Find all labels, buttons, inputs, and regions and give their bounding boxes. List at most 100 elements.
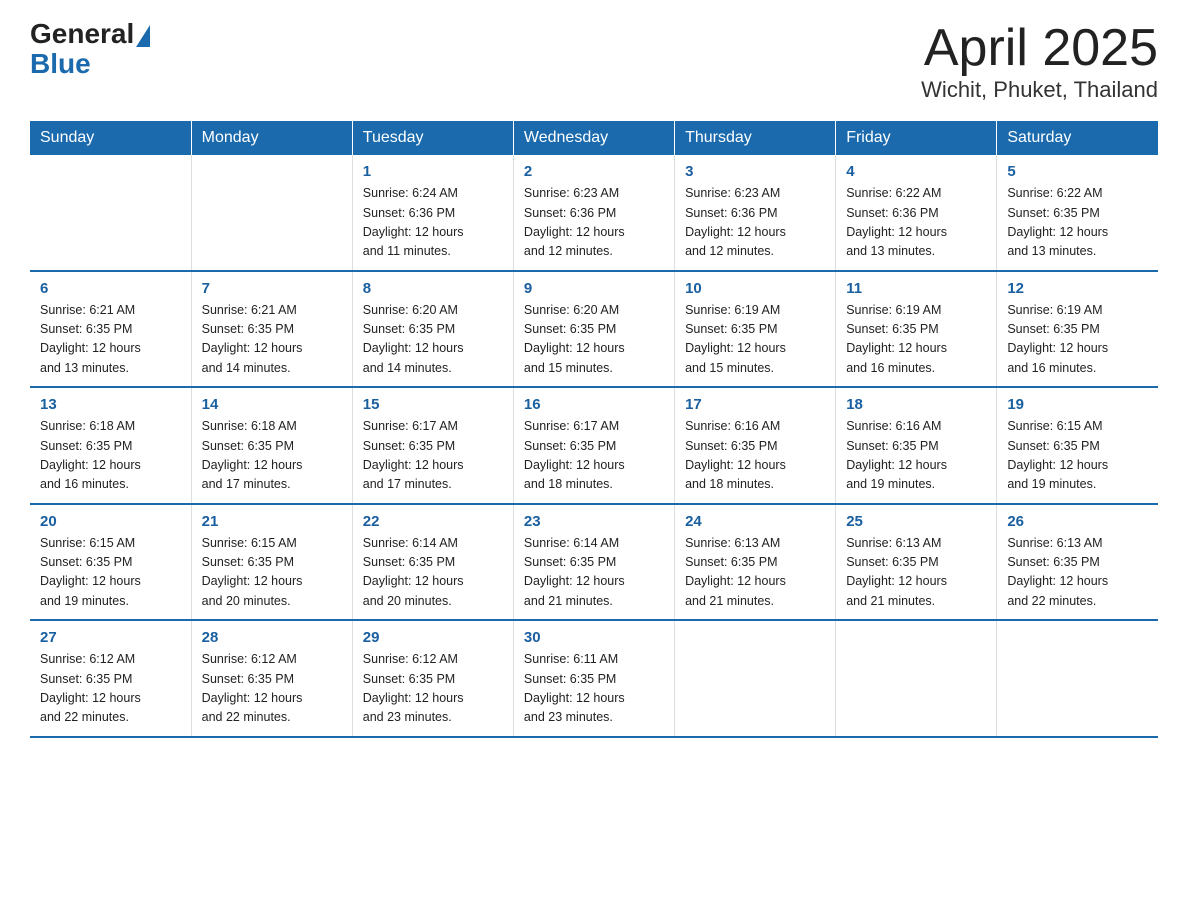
day-number: 23 [524, 513, 664, 530]
day-number: 11 [846, 280, 986, 297]
day-number: 15 [363, 396, 503, 413]
day-cell: 8 Sunrise: 6:20 AM Sunset: 6:35 PM Daylig… [352, 271, 513, 388]
weekday-header-friday: Friday [836, 121, 997, 155]
day-info: Sunrise: 6:15 AM Sunset: 6:35 PM Dayligh… [40, 534, 181, 612]
day-cell: 27Sunrise: 6:12 AM Sunset: 6:35 PM Dayli… [30, 620, 191, 737]
weekday-header-saturday: Saturday [997, 121, 1158, 155]
day-number: 27 [40, 629, 181, 646]
day-number: 3 [685, 163, 825, 180]
day-cell: 9 Sunrise: 6:20 AM Sunset: 6:35 PM Daylig… [513, 271, 674, 388]
day-cell: 17Sunrise: 6:16 AM Sunset: 6:35 PM Dayli… [675, 387, 836, 504]
day-number: 2 [524, 163, 664, 180]
day-number: 8 [363, 280, 503, 297]
day-number: 18 [846, 396, 986, 413]
day-number: 12 [1007, 280, 1148, 297]
day-cell: 2 Sunrise: 6:23 AM Sunset: 6:36 PM Daylig… [513, 155, 674, 271]
day-cell: 20Sunrise: 6:15 AM Sunset: 6:35 PM Dayli… [30, 504, 191, 621]
day-number: 29 [363, 629, 503, 646]
day-info: Sunrise: 6:14 AM Sunset: 6:35 PM Dayligh… [363, 534, 503, 612]
day-info: Sunrise: 6:17 AM Sunset: 6:35 PM Dayligh… [524, 417, 664, 495]
day-number: 21 [202, 513, 342, 530]
weekday-header-row: SundayMondayTuesdayWednesdayThursdayFrid… [30, 121, 1158, 155]
day-number: 28 [202, 629, 342, 646]
calendar-title: April 2025 [921, 20, 1158, 77]
day-cell: 7 Sunrise: 6:21 AM Sunset: 6:35 PM Daylig… [191, 271, 352, 388]
day-cell: 12 Sunrise: 6:19 AM Sunset: 6:35 PM Dayli… [997, 271, 1158, 388]
logo-triangle-icon [136, 25, 150, 47]
day-number: 9 [524, 280, 664, 297]
day-cell: 24 Sunrise: 6:13 AM Sunset: 6:35 PM Dayli… [675, 504, 836, 621]
day-info: Sunrise: 6:19 AM Sunset: 6:35 PM Dayligh… [685, 301, 825, 379]
day-number: 6 [40, 280, 181, 297]
day-cell: 13Sunrise: 6:18 AM Sunset: 6:35 PM Dayli… [30, 387, 191, 504]
day-info: Sunrise: 6:20 AM Sunset: 6:35 PM Dayligh… [524, 301, 664, 379]
day-number: 5 [1007, 163, 1148, 180]
day-info: Sunrise: 6:16 AM Sunset: 6:35 PM Dayligh… [846, 417, 986, 495]
day-cell: 10 Sunrise: 6:19 AM Sunset: 6:35 PM Dayli… [675, 271, 836, 388]
logo: General Blue [30, 20, 152, 80]
day-cell: 29Sunrise: 6:12 AM Sunset: 6:35 PM Dayli… [352, 620, 513, 737]
day-number: 7 [202, 280, 342, 297]
day-info: Sunrise: 6:17 AM Sunset: 6:35 PM Dayligh… [363, 417, 503, 495]
day-cell: 19 Sunrise: 6:15 AM Sunset: 6:35 PM Dayli… [997, 387, 1158, 504]
day-number: 1 [363, 163, 503, 180]
day-info: Sunrise: 6:13 AM Sunset: 6:35 PM Dayligh… [1007, 534, 1148, 612]
weekday-header-monday: Monday [191, 121, 352, 155]
day-info: Sunrise: 6:16 AM Sunset: 6:35 PM Dayligh… [685, 417, 825, 495]
day-cell [675, 620, 836, 737]
day-cell: 15 Sunrise: 6:17 AM Sunset: 6:35 PM Dayli… [352, 387, 513, 504]
day-info: Sunrise: 6:22 AM Sunset: 6:35 PM Dayligh… [1007, 184, 1148, 262]
weekday-header-sunday: Sunday [30, 121, 191, 155]
day-cell: 3 Sunrise: 6:23 AM Sunset: 6:36 PM Daylig… [675, 155, 836, 271]
logo-general-text: General [30, 20, 134, 48]
page-header: General Blue April 2025 Wichit, Phuket, … [30, 20, 1158, 103]
title-block: April 2025 Wichit, Phuket, Thailand [921, 20, 1158, 103]
weekday-header-wednesday: Wednesday [513, 121, 674, 155]
day-info: Sunrise: 6:15 AM Sunset: 6:35 PM Dayligh… [1007, 417, 1148, 495]
day-number: 26 [1007, 513, 1148, 530]
day-cell: 22Sunrise: 6:14 AM Sunset: 6:35 PM Dayli… [352, 504, 513, 621]
day-cell: 26 Sunrise: 6:13 AM Sunset: 6:35 PM Dayli… [997, 504, 1158, 621]
day-info: Sunrise: 6:21 AM Sunset: 6:35 PM Dayligh… [202, 301, 342, 379]
day-info: Sunrise: 6:15 AM Sunset: 6:35 PM Dayligh… [202, 534, 342, 612]
day-cell: 21 Sunrise: 6:15 AM Sunset: 6:35 PM Dayli… [191, 504, 352, 621]
day-number: 4 [846, 163, 986, 180]
day-cell [836, 620, 997, 737]
day-cell: 4 Sunrise: 6:22 AM Sunset: 6:36 PM Daylig… [836, 155, 997, 271]
day-cell: 18 Sunrise: 6:16 AM Sunset: 6:35 PM Dayli… [836, 387, 997, 504]
day-info: Sunrise: 6:14 AM Sunset: 6:35 PM Dayligh… [524, 534, 664, 612]
day-info: Sunrise: 6:23 AM Sunset: 6:36 PM Dayligh… [524, 184, 664, 262]
day-info: Sunrise: 6:19 AM Sunset: 6:35 PM Dayligh… [1007, 301, 1148, 379]
calendar-table: SundayMondayTuesdayWednesdayThursdayFrid… [30, 121, 1158, 738]
week-row-1: 1 Sunrise: 6:24 AM Sunset: 6:36 PM Daylig… [30, 155, 1158, 271]
day-number: 13 [40, 396, 181, 413]
day-info: Sunrise: 6:23 AM Sunset: 6:36 PM Dayligh… [685, 184, 825, 262]
day-info: Sunrise: 6:13 AM Sunset: 6:35 PM Dayligh… [846, 534, 986, 612]
week-row-4: 20Sunrise: 6:15 AM Sunset: 6:35 PM Dayli… [30, 504, 1158, 621]
day-info: Sunrise: 6:22 AM Sunset: 6:36 PM Dayligh… [846, 184, 986, 262]
day-cell: 11 Sunrise: 6:19 AM Sunset: 6:35 PM Dayli… [836, 271, 997, 388]
week-row-5: 27 Sunrise: 6:12 AM Sunset: 6:35 PM Dayli… [30, 620, 1158, 737]
day-info: Sunrise: 6:21 AM Sunset: 6:35 PM Dayligh… [40, 301, 181, 379]
day-number: 24 [685, 513, 825, 530]
day-cell [997, 620, 1158, 737]
day-cell: 16Sunrise: 6:17 AM Sunset: 6:35 PM Dayli… [513, 387, 674, 504]
weekday-header-thursday: Thursday [675, 121, 836, 155]
day-info: Sunrise: 6:20 AM Sunset: 6:35 PM Dayligh… [363, 301, 503, 379]
day-number: 19 [1007, 396, 1148, 413]
week-row-2: 6 Sunrise: 6:21 AM Sunset: 6:35 PM Daylig… [30, 271, 1158, 388]
day-info: Sunrise: 6:24 AM Sunset: 6:36 PM Dayligh… [363, 184, 503, 262]
day-cell: 14Sunrise: 6:18 AM Sunset: 6:35 PM Dayli… [191, 387, 352, 504]
day-cell: 28 Sunrise: 6:12 AM Sunset: 6:35 PM Dayli… [191, 620, 352, 737]
day-cell: 30Sunrise: 6:11 AM Sunset: 6:35 PM Dayli… [513, 620, 674, 737]
day-info: Sunrise: 6:13 AM Sunset: 6:35 PM Dayligh… [685, 534, 825, 612]
day-info: Sunrise: 6:19 AM Sunset: 6:35 PM Dayligh… [846, 301, 986, 379]
day-cell: 25 Sunrise: 6:13 AM Sunset: 6:35 PM Dayli… [836, 504, 997, 621]
day-number: 14 [202, 396, 342, 413]
day-info: Sunrise: 6:12 AM Sunset: 6:35 PM Dayligh… [202, 650, 342, 728]
calendar-location: Wichit, Phuket, Thailand [921, 77, 1158, 103]
day-cell: 1 Sunrise: 6:24 AM Sunset: 6:36 PM Daylig… [352, 155, 513, 271]
day-cell: 5 Sunrise: 6:22 AM Sunset: 6:35 PM Daylig… [997, 155, 1158, 271]
day-number: 10 [685, 280, 825, 297]
day-number: 25 [846, 513, 986, 530]
